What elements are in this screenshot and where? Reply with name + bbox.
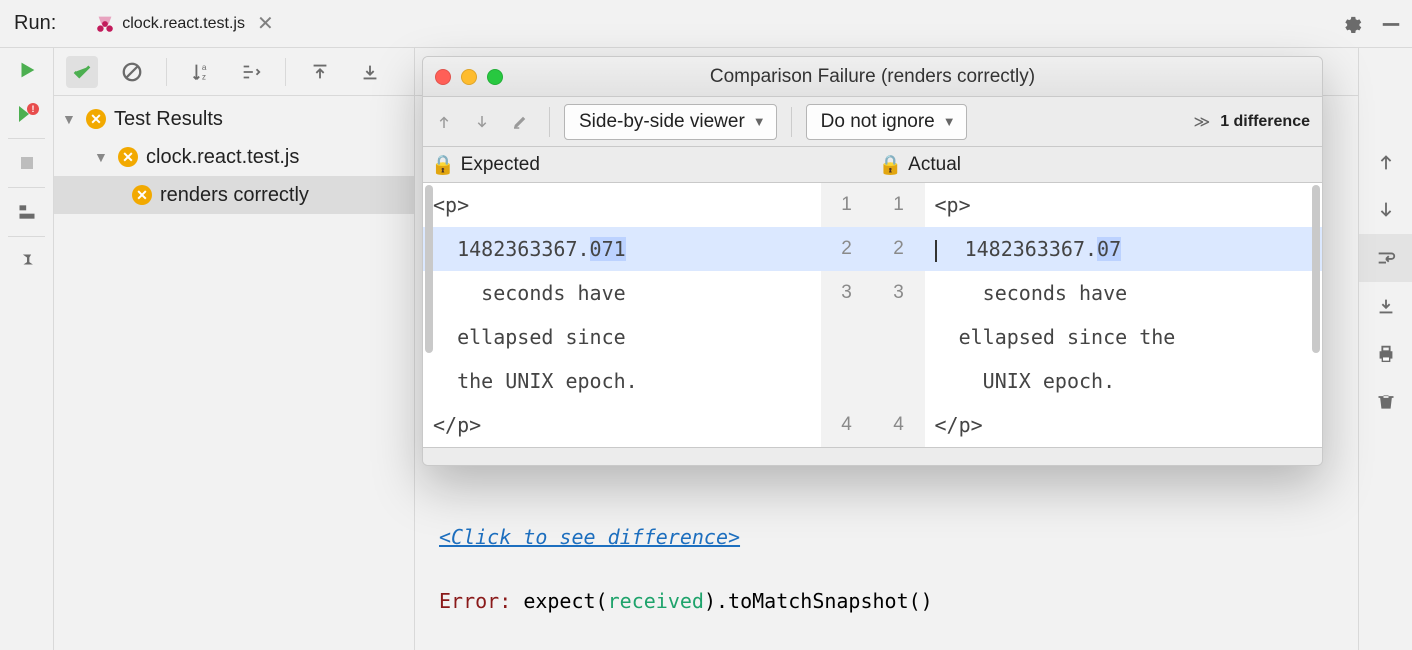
pin-button[interactable] bbox=[0, 239, 53, 283]
chevron-down-icon: ▼ bbox=[753, 114, 766, 129]
edit-icon[interactable] bbox=[511, 113, 535, 131]
comparison-dialog: Comparison Failure (renders correctly) S… bbox=[422, 56, 1323, 466]
print-icon[interactable] bbox=[1359, 330, 1412, 378]
tab-label: clock.react.test.js bbox=[122, 15, 245, 33]
run-label: Run: bbox=[8, 12, 62, 35]
dialog-toolbar: Side-by-side viewer ▼ Do not ignore ▼ ≫ … bbox=[423, 97, 1322, 147]
code-line: ellapsed since bbox=[423, 315, 821, 359]
tree-test[interactable]: ✕ renders correctly bbox=[54, 176, 414, 214]
status-failed-icon: ✕ bbox=[118, 147, 138, 167]
rerun-failed-button[interactable]: ! bbox=[0, 92, 53, 136]
tree-root[interactable]: ▼ ✕ Test Results bbox=[54, 100, 414, 138]
expected-header: 🔒 Expected bbox=[423, 153, 873, 177]
code-line: ellapsed since the bbox=[925, 315, 1323, 359]
tree-file[interactable]: ▼ ✕ clock.react.test.js bbox=[54, 138, 414, 176]
code-line: </p> bbox=[423, 403, 821, 447]
next-result-icon[interactable] bbox=[1359, 186, 1412, 234]
dialog-titlebar[interactable]: Comparison Failure (renders correctly) bbox=[423, 57, 1322, 97]
viewer-mode-select[interactable]: Side-by-side viewer ▼ bbox=[564, 104, 777, 140]
svg-text:z: z bbox=[202, 72, 206, 81]
stop-button[interactable] bbox=[0, 141, 53, 185]
status-failed-icon: ✕ bbox=[86, 109, 106, 129]
tree-root-label: Test Results bbox=[114, 108, 223, 131]
viewer-mode-label: Side-by-side viewer bbox=[579, 111, 745, 133]
right-gutter bbox=[1358, 48, 1412, 650]
tree-file-label: clock.react.test.js bbox=[146, 146, 299, 169]
sort-button[interactable]: a z bbox=[185, 56, 217, 88]
collapse-up-button[interactable] bbox=[304, 56, 336, 88]
svg-text:a: a bbox=[202, 63, 207, 72]
tree-test-label: renders correctly bbox=[160, 184, 309, 207]
diff-count: 1 difference bbox=[1220, 113, 1310, 131]
code-line: 1482363367.071 bbox=[423, 227, 821, 271]
actual-header: 🔒 Actual bbox=[873, 153, 1323, 177]
next-diff-icon[interactable] bbox=[473, 113, 497, 131]
lock-icon: 🔒 bbox=[431, 153, 455, 177]
error-line: Error: expect(received).toMatchSnapshot(… bbox=[439, 589, 1358, 613]
minimize-icon[interactable] bbox=[1378, 13, 1404, 35]
diff-gutter: 1 2 3 4 1 2 3 4 bbox=[821, 183, 925, 447]
chevron-down-icon[interactable]: ▼ bbox=[62, 111, 78, 127]
code-line: UNIX epoch. bbox=[925, 359, 1323, 403]
run-toolbar: Run: clock.react.test.js ✕ bbox=[0, 0, 1412, 48]
run-button[interactable] bbox=[0, 48, 53, 92]
show-passed-toggle[interactable] bbox=[66, 56, 98, 88]
code-line: <p> bbox=[423, 183, 821, 227]
svg-text:!: ! bbox=[31, 104, 34, 114]
more-icon[interactable]: ≫ bbox=[1193, 112, 1210, 132]
chevron-down-icon: ▼ bbox=[943, 114, 956, 129]
diff-body: <p> 1482363367.071 seconds have ellapsed… bbox=[423, 183, 1322, 447]
diff-actual-pane[interactable]: <p> 1482363367.07 seconds have ellapsed … bbox=[925, 183, 1323, 447]
code-line: 1482363367.07 bbox=[925, 227, 1323, 271]
code-line: the UNIX epoch. bbox=[423, 359, 821, 403]
prev-result-icon[interactable] bbox=[1359, 138, 1412, 186]
diff-headers: 🔒 Expected 🔒 Actual bbox=[423, 147, 1322, 183]
code-line: <p> bbox=[925, 183, 1323, 227]
close-icon[interactable]: ✕ bbox=[257, 11, 274, 36]
collapse-down-button[interactable] bbox=[354, 56, 386, 88]
jest-icon bbox=[94, 13, 116, 35]
dialog-title: Comparison Failure (renders correctly) bbox=[423, 66, 1322, 88]
see-difference-link[interactable]: <Click to see difference> bbox=[439, 525, 1358, 549]
code-line: </p> bbox=[925, 403, 1323, 447]
diff-expected-pane[interactable]: <p> 1482363367.071 seconds have ellapsed… bbox=[423, 183, 821, 447]
layout-button[interactable] bbox=[0, 190, 53, 234]
ignore-mode-label: Do not ignore bbox=[821, 111, 935, 133]
trash-icon[interactable] bbox=[1359, 378, 1412, 426]
run-tab[interactable]: clock.react.test.js ✕ bbox=[90, 0, 283, 48]
test-toolbar: a z bbox=[54, 48, 414, 96]
scroll-to-end-icon[interactable] bbox=[1359, 282, 1412, 330]
gear-icon[interactable] bbox=[1340, 13, 1362, 35]
left-gutter: ! bbox=[0, 48, 54, 650]
ignore-mode-select[interactable]: Do not ignore ▼ bbox=[806, 104, 967, 140]
code-line: seconds have bbox=[925, 271, 1323, 315]
chevron-down-icon[interactable]: ▼ bbox=[94, 149, 110, 165]
expand-all-button[interactable] bbox=[235, 56, 267, 88]
code-line: seconds have bbox=[423, 271, 821, 315]
lock-icon: 🔒 bbox=[879, 153, 903, 177]
status-failed-icon: ✕ bbox=[132, 185, 152, 205]
soft-wrap-toggle[interactable] bbox=[1359, 234, 1412, 282]
prev-diff-icon[interactable] bbox=[435, 113, 459, 131]
test-tree: ▼ ✕ Test Results ▼ ✕ clock.react.test.js… bbox=[54, 96, 414, 214]
show-ignored-toggle[interactable] bbox=[116, 56, 148, 88]
